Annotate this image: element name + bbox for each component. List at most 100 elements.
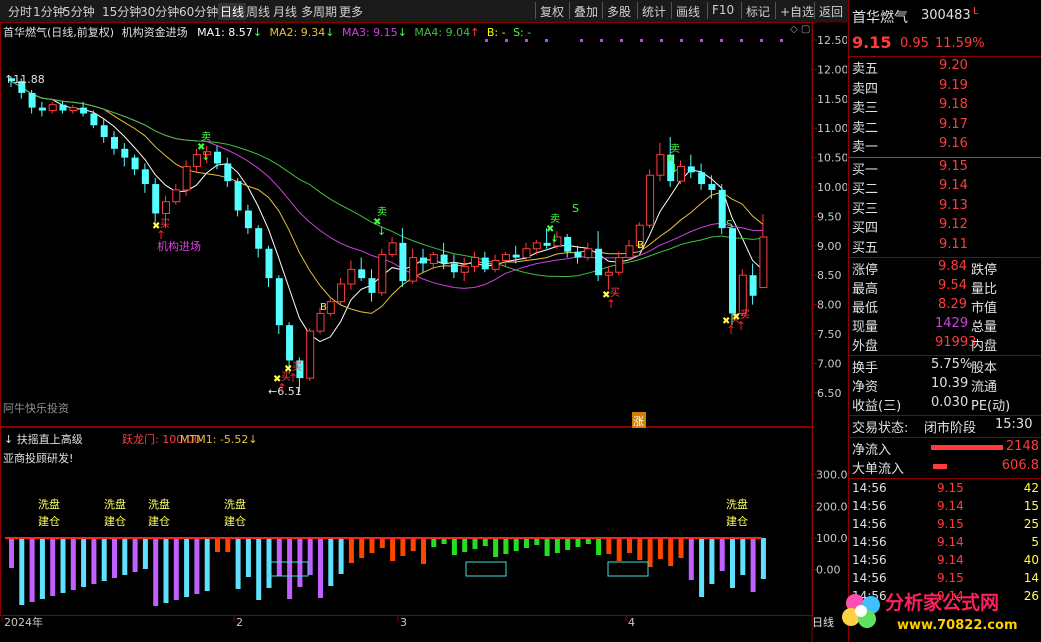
quote-panel: 首华燃气 300483 L 9.15 0.95 11.59% 卖五 9.20 卖四 9.19 卖三 9… [848,0,1041,642]
histogram-bar [524,538,529,548]
tab-1[interactable]: 1分钟 [33,3,65,20]
histogram-bar [740,538,746,575]
brand-url: www.70822.com [897,618,1018,633]
histogram-bar [101,538,107,581]
dot-marker [720,39,723,42]
histogram-bar [328,538,334,586]
s-mark: S [726,218,733,231]
tab-4[interactable]: 30分钟 [140,3,179,20]
bid-price: 9.15 [939,158,968,174]
candle-up [306,330,315,379]
stat-label: 最低 [852,301,879,316]
divider [849,56,1041,57]
histogram-bar [9,538,14,568]
b-mark: B [320,302,327,313]
toolbar-btn-8[interactable]: 返回 [819,3,843,20]
price-axis-label: 7.50 [817,328,842,341]
b-mark: B [637,240,644,251]
stat-label2: 内盘 [971,339,998,354]
histogram-bar [730,538,735,588]
toolbar-btn-6[interactable]: 标记 [746,3,770,20]
toolbar-btn-1[interactable]: 叠加 [574,3,598,20]
toolbar-btn-7[interactable]: +自选 [780,3,814,20]
toolbar-btn-5[interactable]: F10 [712,3,734,17]
histogram-bar [688,538,694,580]
tab-9[interactable]: 多周期 [301,3,337,20]
tab-3[interactable]: 15分钟 [102,3,141,20]
stat-label2: 流通 [971,380,998,395]
candle-down [687,166,695,173]
candle-down [440,254,448,264]
status-time: 15:30 [995,417,1033,432]
indicator-name[interactable]: 机构资金进场 [122,26,188,39]
histogram-bar [60,538,66,593]
dot-marker [740,39,743,42]
candle-down [718,189,726,229]
histogram-bar [637,538,643,560]
histogram-bar [431,538,437,547]
sub-indicator-header[interactable]: ↓ 扶摇直上高级 [4,432,83,446]
kline-chart[interactable]: 12.50 12.00 11.50 11.00 10.50 10.00 9.50 9.00 8.… [0,22,847,642]
histogram-bar [50,538,56,596]
histogram-bar [318,538,323,598]
toolbar-btn-2[interactable]: 多股 [607,3,631,20]
dot-marker [545,39,548,42]
histogram-bar [544,538,550,556]
candle-up [460,265,469,273]
candle-down [121,148,129,158]
candle-down [708,184,716,190]
candle-up [192,154,201,167]
tab-2[interactable]: 5分钟 [63,3,95,20]
toolbar-separator [741,2,742,19]
histogram-bar [750,538,756,592]
histogram-bar [534,538,540,545]
tick-price: 9.15 [937,571,964,585]
histogram-bar [390,538,396,561]
toolbar-btn-4[interactable]: 画线 [676,3,700,20]
histogram-bar [204,538,210,591]
histogram-bar [266,538,272,588]
change-pct: 11.59% [935,36,985,51]
price-axis-label: 10.50 [817,152,847,165]
brand-logo: 分析家公式网 www.70822.com [842,591,1018,633]
toolbar-btn-0[interactable]: 复权 [540,3,564,20]
tab-0[interactable]: 分时 [8,3,32,20]
tab-6[interactable]: 日线 [218,3,247,20]
histogram-bar [482,538,488,546]
toolbar-btn-3[interactable]: 统计 [642,3,666,20]
histogram-bar [276,538,282,576]
tab-7[interactable]: 周线 [246,3,270,20]
price-axis-label: 9.00 [817,240,842,253]
tab-8[interactable]: 月线 [273,3,297,20]
histogram-bar [472,538,478,549]
candle-up [522,248,531,259]
price-axis-label: 11.50 [817,93,847,106]
histogram-bar [19,538,25,605]
signal-box [465,561,507,577]
histogram-bar [554,538,560,553]
histogram-bar [719,538,725,571]
histogram-bar [616,538,622,561]
xipan-label: 洗盘 [224,497,246,511]
candle-down [265,248,273,279]
histogram-bar [451,538,457,555]
stat-label2: 总量 [971,320,998,335]
ask-label: 卖五 [852,62,879,77]
stat-label: 换手 [852,361,879,376]
candle-up [625,245,634,259]
candle-down [729,228,736,314]
candle-up [759,236,768,289]
price-axis-label: 9.50 [817,210,842,223]
histogram-bar [493,538,499,557]
mtm-value: MTM1: -5.52↓ [180,433,258,446]
tick-time: 14:56 [852,517,887,531]
period-label: 日线 [812,615,834,629]
tab-5[interactable]: 60分钟 [179,3,218,20]
candle-up [429,254,438,264]
dot-marker [780,39,783,42]
tab-10[interactable]: 更多 [339,3,363,20]
chart-area[interactable]: 12.50 12.00 11.50 11.00 10.50 10.00 9.50 9.00 8.… [0,22,847,642]
flow-bar [933,464,947,469]
tick-price: 9.14 [937,499,964,513]
histogram-bar [163,538,169,603]
